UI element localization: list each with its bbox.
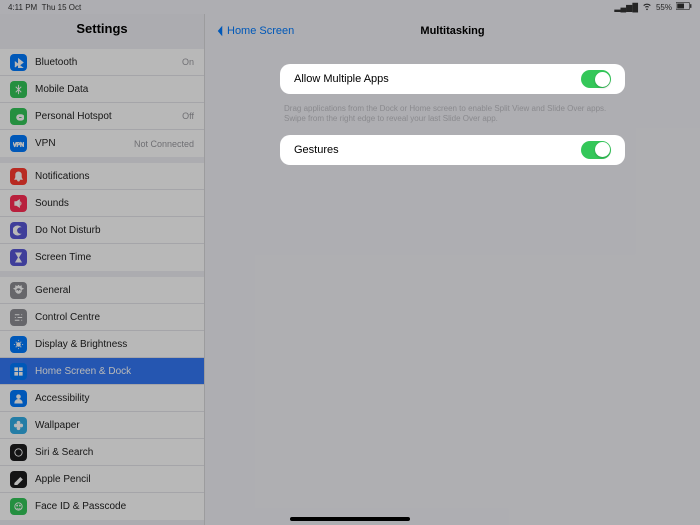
back-label: Home Screen — [227, 25, 294, 37]
sidebar-section: Bluetooth On Mobile Data Personal Hotspot Of… — [0, 49, 204, 157]
flower-icon — [10, 417, 27, 434]
switches-icon — [10, 309, 27, 326]
sidebar-item-sounds[interactable]: Sounds — [0, 190, 204, 217]
sidebar-item-value: Not Connected — [134, 139, 194, 149]
bell-icon — [10, 168, 27, 185]
sidebar-item-label: Bluetooth — [35, 57, 77, 68]
gestures-toggle[interactable] — [581, 141, 611, 159]
sidebar-item-general[interactable]: General — [0, 277, 204, 304]
sidebar-item-control-centre[interactable]: Control Centre — [0, 304, 204, 331]
sidebar-item-label: Do Not Disturb — [35, 225, 101, 236]
cell-signal-icon: ▂▄▆█ — [614, 3, 638, 12]
wifi-icon — [642, 1, 652, 13]
battery-pct: 55% — [656, 3, 672, 12]
allow-multiple-apps-card: Allow Multiple Apps — [280, 64, 625, 94]
status-time: 4:11 PM — [8, 3, 37, 12]
sidebar-item-wallpaper[interactable]: Wallpaper — [0, 412, 204, 439]
antenna-icon — [10, 81, 27, 98]
grid-icon — [10, 363, 27, 380]
sidebar-item-personal-hotspot[interactable]: Personal Hotspot Off — [0, 103, 204, 130]
sidebar-item-label: Sounds — [35, 198, 69, 209]
allow-multiple-apps-label: Allow Multiple Apps — [294, 73, 389, 85]
gestures-label: Gestures — [294, 144, 339, 156]
siri-icon — [10, 444, 27, 461]
bluetooth-icon — [10, 54, 27, 71]
sidebar-item-label: Wallpaper — [35, 420, 80, 431]
sidebar-item-label: Display & Brightness — [35, 339, 127, 350]
moon-icon — [10, 222, 27, 239]
sidebar-item-home-screen-dock[interactable]: Home Screen & Dock — [0, 358, 204, 385]
sidebar-section: Notifications Sounds Do Not Disturb Screen … — [0, 163, 204, 271]
sidebar-item-label: Siri & Search — [35, 447, 93, 458]
sidebar-item-do-not-disturb[interactable]: Do Not Disturb — [0, 217, 204, 244]
gear-icon — [10, 282, 27, 299]
face-icon — [10, 498, 27, 515]
sidebar-item-notifications[interactable]: Notifications — [0, 163, 204, 190]
sidebar-item-value: On — [182, 57, 194, 67]
chevron-left-icon — [215, 25, 225, 37]
speaker-icon — [10, 195, 27, 212]
gestures-card: Gestures — [280, 135, 625, 165]
sidebar-item-vpn[interactable]: VPN VPN Not Connected — [0, 130, 204, 157]
sidebar-item-value: Off — [182, 111, 194, 121]
nav-bar: Home Screen Multitasking — [205, 14, 700, 48]
battery-icon — [676, 2, 692, 12]
sidebar-item-label: Home Screen & Dock — [35, 366, 131, 377]
back-button[interactable]: Home Screen — [215, 25, 294, 37]
sidebar-item-screen-time[interactable]: Screen Time — [0, 244, 204, 271]
vpn-icon: VPN — [10, 135, 27, 152]
allow-multiple-apps-toggle[interactable] — [581, 70, 611, 88]
sidebar-title: Settings — [0, 14, 204, 43]
home-indicator[interactable] — [290, 517, 410, 521]
sidebar-item-face-id-passcode[interactable]: Face ID & Passcode — [0, 493, 204, 520]
sun-icon — [10, 336, 27, 353]
sidebar-item-display-brightness[interactable]: Display & Brightness — [0, 331, 204, 358]
sidebar-item-label: Personal Hotspot — [35, 111, 112, 122]
sidebar-item-label: Accessibility — [35, 393, 89, 404]
person-icon — [10, 390, 27, 407]
sidebar-item-label: Face ID & Passcode — [35, 501, 126, 512]
sidebar-item-accessibility[interactable]: Accessibility — [0, 385, 204, 412]
svg-text:VPN: VPN — [13, 142, 24, 148]
detail-pane: Home Screen Multitasking Allow Multiple … — [205, 14, 700, 525]
sidebar-item-siri-search[interactable]: Siri & Search — [0, 439, 204, 466]
sidebar-item-label: General — [35, 285, 71, 296]
status-bar: 4:11 PM Thu 15 Oct ▂▄▆█ 55% — [0, 0, 700, 14]
sidebar-item-label: Apple Pencil — [35, 474, 91, 485]
link-icon — [10, 108, 27, 125]
page-title: Multitasking — [420, 25, 484, 37]
settings-sidebar[interactable]: Settings Bluetooth On Mobile Data Personal … — [0, 14, 205, 525]
sidebar-item-mobile-data[interactable]: Mobile Data — [0, 76, 204, 103]
allow-multiple-apps-help: Drag applications from the Dock or Home … — [280, 100, 625, 135]
sidebar-item-label: Control Centre — [35, 312, 100, 323]
sidebar-section: General Control Centre Display & Brightnes… — [0, 277, 204, 520]
sidebar-item-bluetooth[interactable]: Bluetooth On — [0, 49, 204, 76]
pencil-icon — [10, 471, 27, 488]
hourglass-icon — [10, 249, 27, 266]
sidebar-item-label: Notifications — [35, 171, 89, 182]
sidebar-item-label: VPN — [35, 138, 56, 149]
sidebar-item-label: Mobile Data — [35, 84, 88, 95]
status-date: Thu 15 Oct — [42, 3, 82, 12]
sidebar-item-apple-pencil[interactable]: Apple Pencil — [0, 466, 204, 493]
sidebar-item-label: Screen Time — [35, 252, 91, 263]
